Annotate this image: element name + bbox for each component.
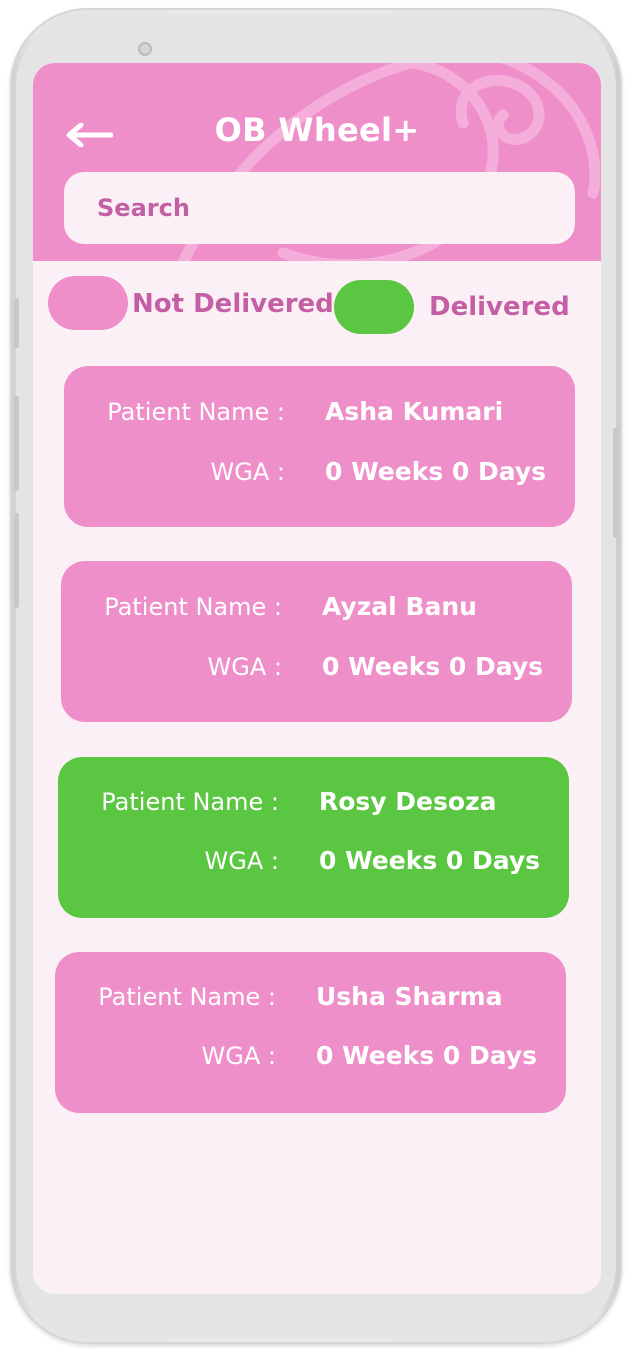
wga-label: WGA : xyxy=(210,458,285,486)
wga-label: WGA : xyxy=(207,653,282,681)
wga-value: 0 Weeks 0 Days xyxy=(316,1041,538,1070)
wga-value: 0 Weeks 0 Days xyxy=(319,846,541,875)
patient-name: Usha Sharma xyxy=(316,982,503,1011)
not-delivered-label: Not Delivered xyxy=(132,289,334,319)
page-title: OB Wheel+ xyxy=(214,111,420,149)
patient-name: Ayzal Banu xyxy=(322,592,477,621)
delivered-swatch xyxy=(334,280,414,334)
wga-value: 0 Weeks 0 Days xyxy=(325,457,547,486)
app-screen: OB Wheel+ Not Delivered Delivered Patien… xyxy=(33,63,601,1294)
not-delivered-swatch xyxy=(48,276,128,330)
patient-card[interactable]: Patient Name : Asha Kumari WGA : 0 Weeks… xyxy=(64,366,575,527)
side-button xyxy=(14,513,19,608)
patient-name: Asha Kumari xyxy=(325,397,504,426)
patient-card[interactable]: Patient Name : Rosy Desoza WGA : 0 Weeks… xyxy=(58,757,569,918)
front-camera xyxy=(138,42,152,56)
delivered-label: Delivered xyxy=(429,292,570,322)
patient-name-label: Patient Name : xyxy=(98,983,276,1011)
app-header: OB Wheel+ xyxy=(33,63,601,261)
power-button xyxy=(613,428,618,538)
search-input[interactable] xyxy=(95,193,559,223)
patient-name-label: Patient Name : xyxy=(104,593,282,621)
volume-down-button xyxy=(14,396,19,491)
patient-name: Rosy Desoza xyxy=(319,787,497,816)
search-bar[interactable] xyxy=(64,172,575,244)
patient-name-label: Patient Name : xyxy=(101,788,279,816)
patient-name-label: Patient Name : xyxy=(107,398,285,426)
wga-label: WGA : xyxy=(201,1042,276,1070)
patient-card[interactable]: Patient Name : Ayzal Banu WGA : 0 Weeks … xyxy=(61,561,572,722)
volume-up-button xyxy=(14,298,19,348)
wga-label: WGA : xyxy=(204,847,279,875)
wga-value: 0 Weeks 0 Days xyxy=(322,652,544,681)
patient-card[interactable]: Patient Name : Usha Sharma WGA : 0 Weeks… xyxy=(55,952,566,1113)
